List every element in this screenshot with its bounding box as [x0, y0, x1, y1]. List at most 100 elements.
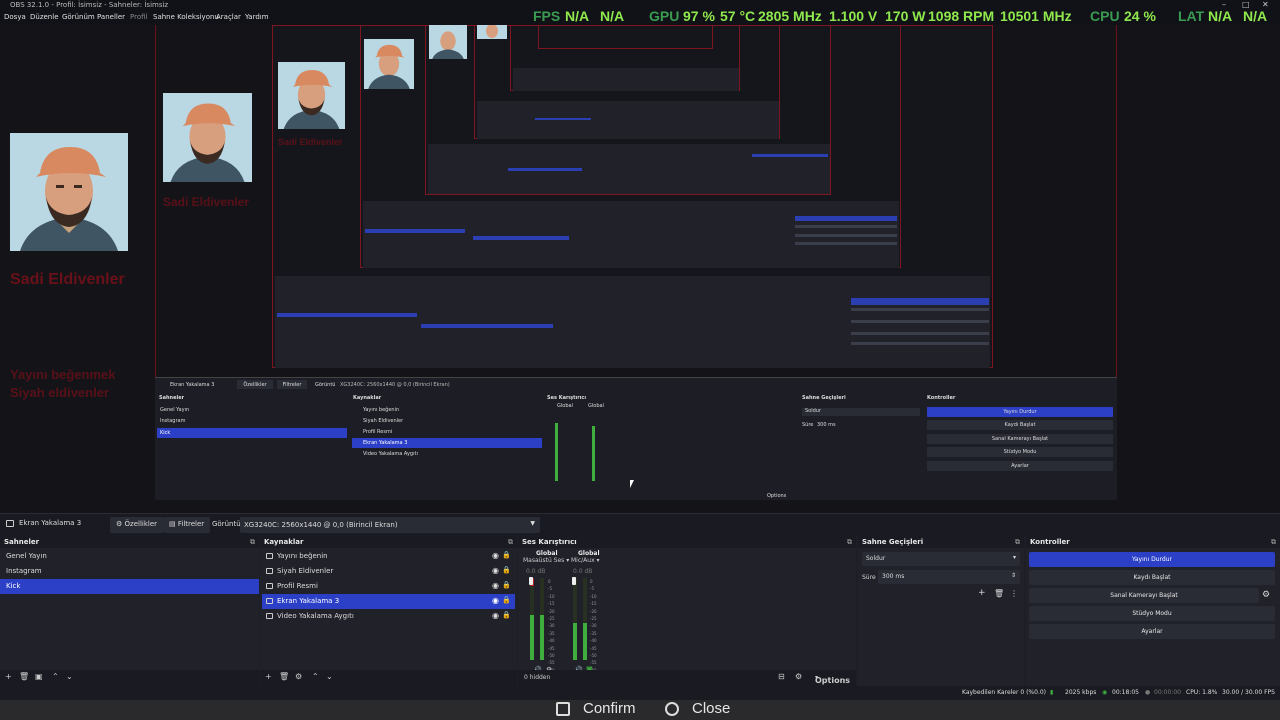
source-item[interactable]: Profil Resmi ◉ 🔒 — [262, 579, 515, 594]
lock-icon[interactable]: 🔒 — [502, 611, 511, 619]
confirm-button[interactable]: Confirm — [583, 700, 636, 717]
trash-icon[interactable]: 🗑 — [19, 672, 29, 681]
menu-profil[interactable]: Profil — [130, 13, 147, 21]
stop-stream-button[interactable]: Yayını Durdur — [1029, 552, 1275, 567]
cpu-label: CPU — [1090, 8, 1120, 24]
source-item-selected[interactable]: Ekran Yakalama 3 ◉ 🔒 — [262, 594, 515, 609]
move-up-icon[interactable]: ⌃ — [52, 672, 59, 681]
options-button[interactable]: Options ▾ — [815, 674, 850, 685]
mixer-title: Ses Karıştırıcı — [522, 538, 577, 546]
display-select[interactable]: XG3240C: 2560x1440 @ 0,0 (Birincil Ekran… — [240, 517, 540, 533]
scene-item[interactable]: Instagram — [0, 564, 259, 579]
dock-menu-icon[interactable]: ⧉ — [1271, 538, 1276, 547]
add-icon[interactable]: + — [978, 588, 986, 598]
gear-icon[interactable]: ⚙ — [1262, 590, 1270, 600]
eye-icon[interactable]: ◉ — [492, 596, 499, 605]
profile-image-nested — [429, 25, 467, 59]
properties-button[interactable]: ⚙ Özellikler — [110, 517, 164, 533]
lock-icon[interactable]: 🔒 — [502, 596, 511, 604]
add-icon[interactable]: + — [265, 672, 272, 681]
volume-fader-desktop[interactable] — [529, 577, 533, 585]
volume-meter-fill — [540, 614, 544, 660]
virtual-camera-button[interactable]: Sanal Kamerayı Başlat — [1029, 588, 1259, 603]
menu-duzenle[interactable]: Düzenle — [30, 13, 59, 21]
source-label: Yayını beğenin — [277, 552, 328, 560]
add-icon[interactable]: + — [5, 672, 12, 681]
record-icon: ● — [1145, 689, 1151, 696]
transitions-dock: Sahne Geçişleri ⧉ Soldur ▾ Süre 300 ms ⇕… — [858, 535, 1024, 686]
status-bar: Kaybedilen Kareler 0 (%0.0) ▮ 2025 kbps … — [0, 686, 1280, 700]
mixer-device-desktop[interactable]: Masaüstü Ses ▾ — [523, 557, 569, 564]
preview-canvas[interactable]: Sadi Eldivenler Yayını beğenmek Siyah el… — [0, 25, 1280, 513]
chevron-down-icon: ▾ — [1012, 554, 1016, 561]
mixer-body: Global Global Masaüstü Ses ▾ Mic/Aux ▾ 0… — [518, 548, 856, 674]
nested-duration-value: 300 ms — [817, 422, 836, 428]
nested-preview-frame-6 — [538, 25, 713, 49]
lock-icon[interactable]: 🔒 — [502, 581, 511, 589]
nested-scene-item: Genel Yayın — [160, 407, 190, 413]
scale-tick: -20 — [548, 608, 555, 614]
menu-paneller[interactable]: Paneller — [97, 13, 125, 21]
menu-gorunum[interactable]: Görünüm — [62, 13, 95, 21]
filters-label: Filtreler — [177, 520, 205, 528]
start-recording-button[interactable]: Kaydı Başlat — [1029, 570, 1275, 585]
menu-dosya[interactable]: Dosya — [4, 13, 26, 21]
dropped-frames: Kaybedilen Kareler 0 (%0.0) — [962, 689, 1047, 696]
eye-icon[interactable]: ◉ — [492, 581, 499, 590]
link-icon[interactable]: ⚙ — [795, 672, 802, 681]
window-titlebar: OBS 32.1.0 - Profil: İsimsiz - Sahneler:… — [0, 0, 1280, 11]
duration-input[interactable]: 300 ms ⇕ — [878, 570, 1020, 584]
scale-tick: 0 — [590, 579, 593, 584]
eye-icon[interactable]: ◉ — [492, 611, 499, 620]
more-icon[interactable]: ⋮ — [1010, 589, 1018, 598]
mixer-device-mic[interactable]: Mic/Aux ▾ — [571, 557, 600, 564]
settings-button[interactable]: Ayarlar — [1029, 624, 1275, 639]
scale-tick: -30 — [548, 623, 555, 629]
studio-mode-button[interactable]: Stüdyo Modu — [1029, 606, 1275, 621]
eye-icon[interactable]: ◉ — [492, 551, 499, 560]
menu-sahne-koleksiyonu[interactable]: Sahne Koleksiyonu — [153, 13, 219, 21]
nested-source-item: Yayını beğenin — [363, 407, 400, 413]
menu-yardim[interactable]: Yardım — [245, 13, 269, 21]
source-item[interactable]: Siyah Eldivenler ◉ 🔒 — [262, 564, 515, 579]
cpu-load: 24 % — [1124, 8, 1156, 24]
move-down-icon[interactable]: ⌄ — [66, 672, 73, 681]
source-item[interactable]: Yayını beğenin ◉ 🔒 — [262, 549, 515, 564]
camera-icon — [266, 613, 273, 619]
volume-fader-mic[interactable] — [572, 577, 576, 585]
layout-icon[interactable]: ⊟ — [778, 672, 785, 681]
profile-image-nested — [278, 62, 345, 129]
mixer-db-desktop: 0.0 dB — [526, 568, 546, 575]
dock-menu-icon[interactable]: ⧉ — [1015, 538, 1020, 547]
trash-icon[interactable]: 🗑 — [994, 589, 1004, 598]
lock-icon[interactable]: 🔒 — [502, 551, 511, 559]
filters-button[interactable]: ▤ Filtreler — [163, 517, 211, 533]
nested-virtual-camera-button: Sanal Kamerayı Başlat — [927, 434, 1113, 444]
scene-filter-icon[interactable]: ▣ — [35, 672, 43, 681]
scene-item[interactable]: Genel Yayın — [0, 549, 259, 564]
trash-icon[interactable]: 🗑 — [279, 672, 289, 681]
sources-toolbar: + 🗑 ⚙ ⌃ ⌄ — [260, 670, 517, 686]
transition-select[interactable]: Soldur ▾ — [862, 552, 1020, 566]
dock-menu-icon[interactable]: ⧉ — [250, 538, 255, 547]
dock-menu-icon[interactable]: ⧉ — [847, 538, 852, 547]
lock-icon[interactable]: 🔒 — [502, 566, 511, 574]
monitor-icon — [6, 520, 14, 527]
nested-context-source: Ekran Yakalama 3 — [170, 382, 215, 388]
nested-settings-button: Ayarlar — [927, 461, 1113, 471]
close-prompt-button[interactable]: Close — [692, 700, 730, 717]
source-item[interactable]: Video Yakalama Aygıtı ◉ 🔒 — [262, 609, 515, 624]
nested-sources-title: Kaynaklar — [353, 395, 382, 401]
source-label: Profil Resmi — [277, 582, 318, 590]
sources-list: Yayını beğenin ◉ 🔒 Siyah Eldivenler ◉ 🔒 … — [260, 548, 517, 670]
gear-icon[interactable]: ⚙ — [295, 672, 302, 681]
source-type-icon — [266, 568, 273, 574]
move-down-icon[interactable]: ⌄ — [326, 672, 333, 681]
eye-icon[interactable]: ◉ — [492, 566, 499, 575]
menu-araclar[interactable]: Araçlar — [216, 13, 241, 21]
fps-value-2: N/A — [600, 8, 625, 24]
scene-item-selected[interactable]: Kick — [0, 579, 259, 594]
move-up-icon[interactable]: ⌃ — [312, 672, 319, 681]
sources-title: Kaynaklar — [264, 538, 304, 546]
dock-menu-icon[interactable]: ⧉ — [508, 538, 513, 547]
